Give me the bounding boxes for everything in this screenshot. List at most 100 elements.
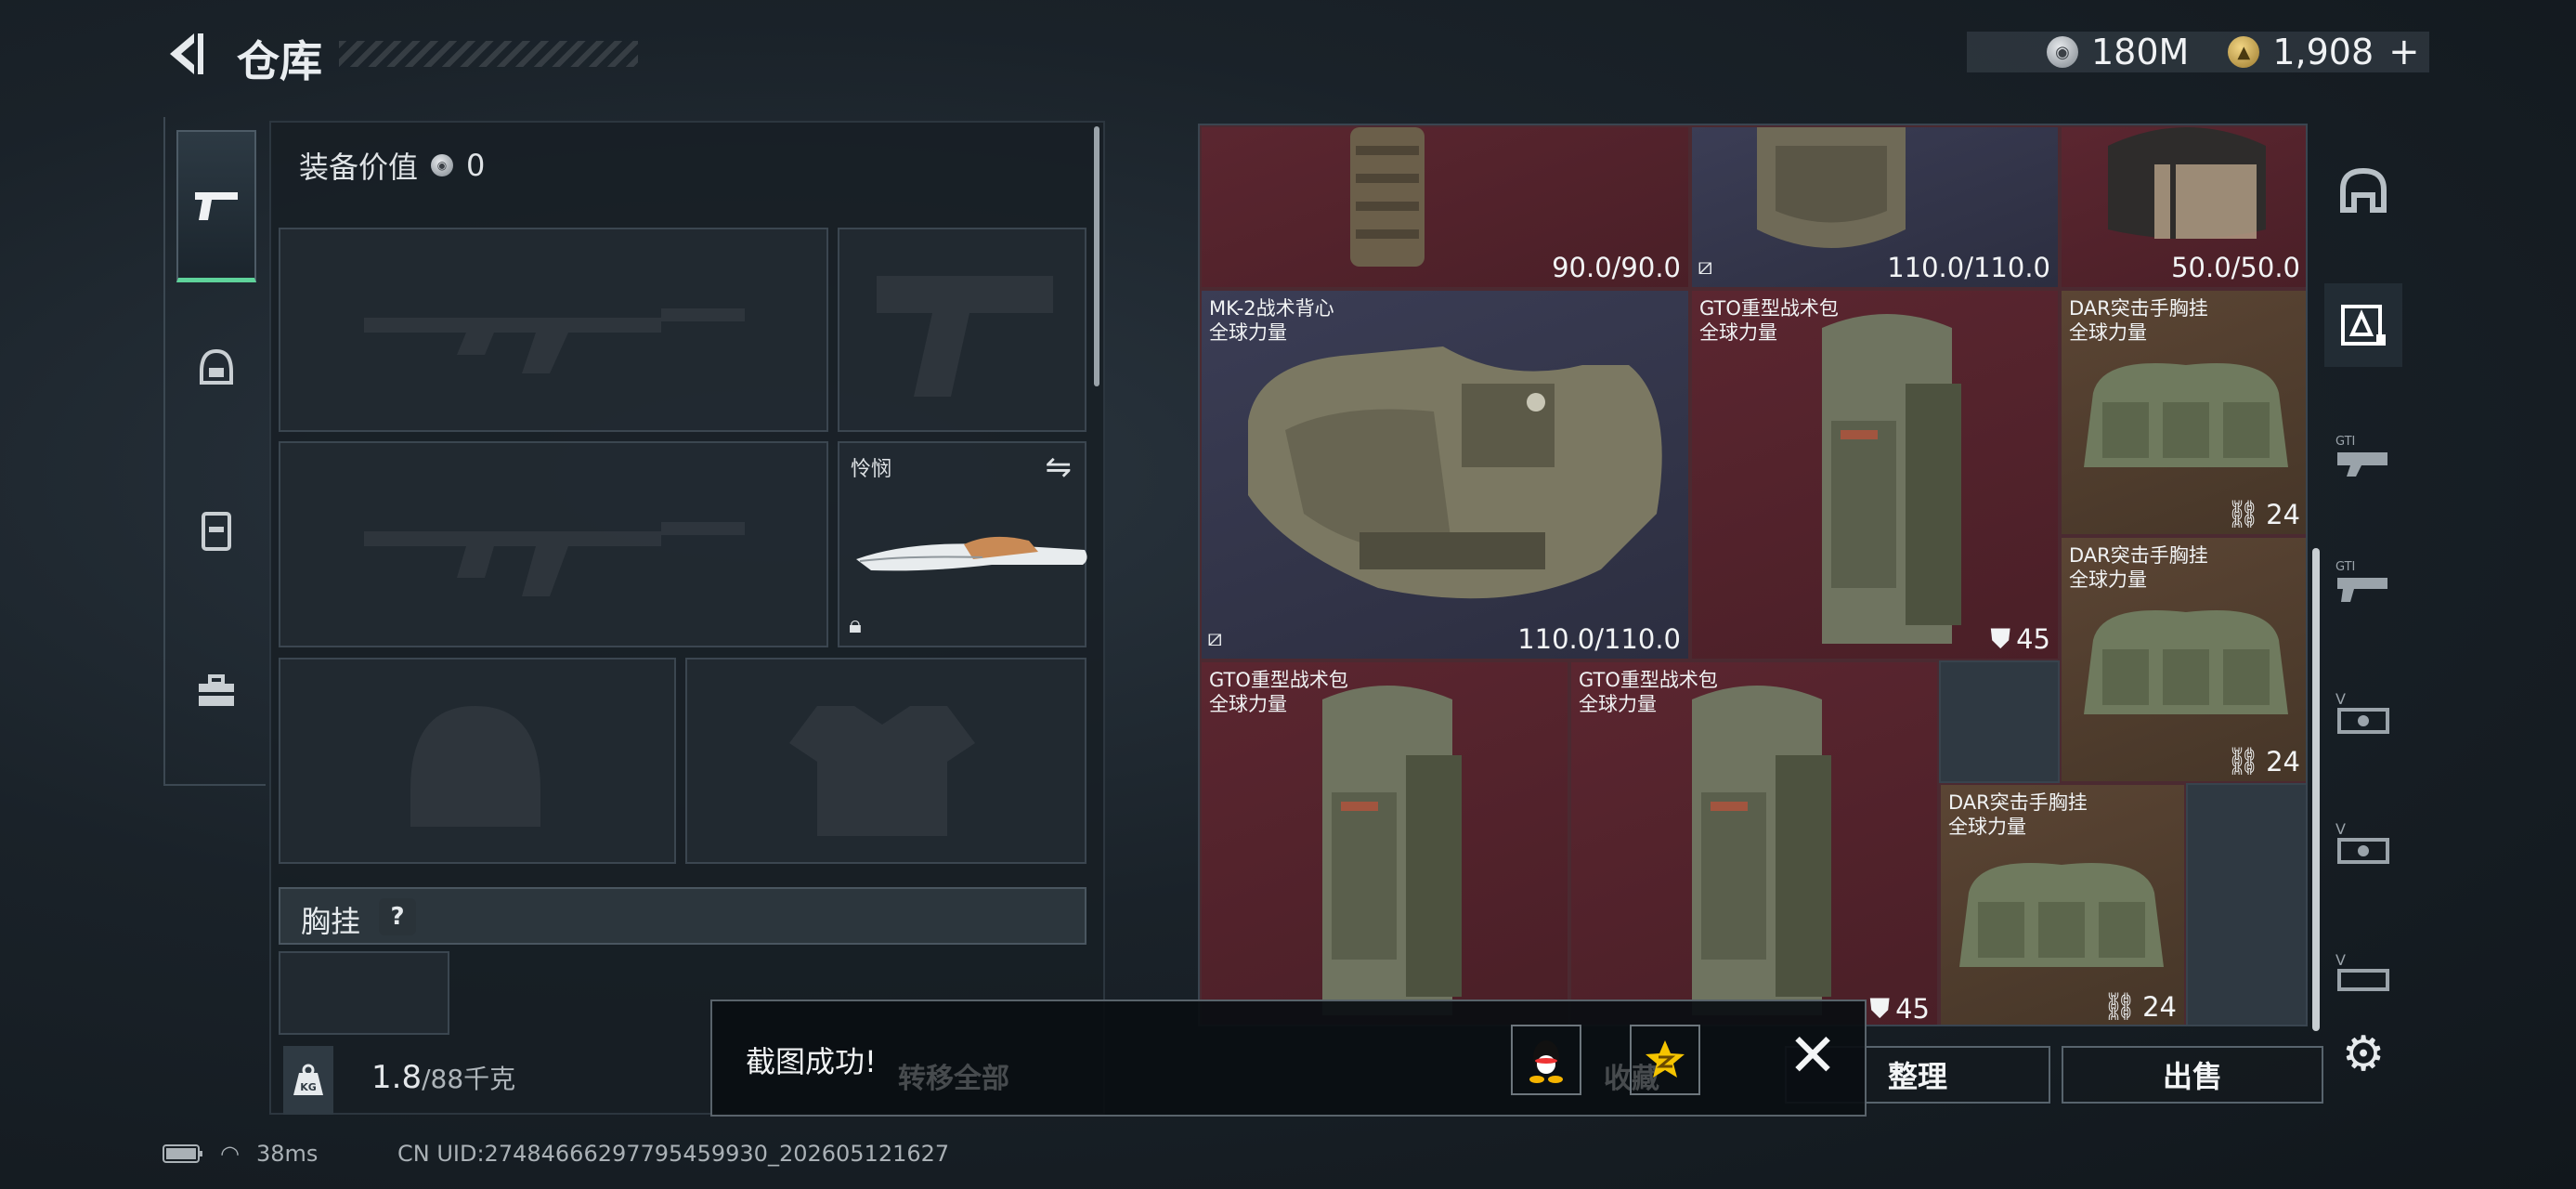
weight-max: /88千克 bbox=[422, 1064, 516, 1094]
gti-armor-tab-icon[interactable] bbox=[2324, 283, 2402, 367]
svg-text:KG: KG bbox=[300, 1081, 317, 1093]
wifi-icon: ◠ bbox=[220, 1141, 240, 1167]
armor-silhouette-icon bbox=[789, 706, 975, 836]
loadout-scrollbar[interactable] bbox=[1094, 126, 1099, 386]
ping-text: 38ms bbox=[255, 1141, 319, 1167]
durability-text: 110.0/110.0 bbox=[1887, 252, 2050, 283]
pistol-slot[interactable] bbox=[838, 228, 1086, 432]
durability-text: 110.0/110.0 bbox=[1517, 623, 1681, 655]
sell-button[interactable]: 出售 bbox=[2062, 1046, 2323, 1104]
v-tab-3-icon[interactable]: V bbox=[2324, 929, 2402, 1013]
helmet-tab-icon[interactable] bbox=[2324, 149, 2402, 232]
chest-rig-image bbox=[2084, 363, 2288, 467]
category-tab-backpack[interactable] bbox=[176, 453, 256, 606]
swap-icon[interactable]: ⇋ bbox=[1046, 449, 1073, 486]
qzone-star-icon bbox=[1646, 1040, 1685, 1078]
stack-icon: ⛓ bbox=[2102, 990, 2138, 1022]
gold-amount: 1,908 bbox=[2272, 32, 2374, 72]
category-tab-tools[interactable] bbox=[176, 615, 256, 767]
qzone-share-button[interactable] bbox=[1630, 1025, 1700, 1095]
category-tab-weapons[interactable] bbox=[176, 130, 256, 282]
add-currency-button[interactable]: + bbox=[2388, 31, 2420, 73]
weight-icon: KG bbox=[293, 1064, 323, 1095]
helmet-slot[interactable] bbox=[279, 658, 676, 864]
status-bar: ◠ 38ms bbox=[163, 1141, 318, 1167]
armor-image bbox=[1757, 127, 1906, 248]
currency-bar: ◉ 180M ▲ 1,908 + bbox=[1967, 31, 2429, 73]
weight-display: 1.8/88千克 bbox=[371, 1059, 515, 1096]
screenshot-toast: 转移全部 收藏 截图成功! ✕ bbox=[710, 1000, 1867, 1117]
silver-amount: 180M bbox=[2091, 32, 2190, 72]
empty-grid-cell[interactable] bbox=[2186, 783, 2306, 1025]
gti-tab-2-icon[interactable]: GTI bbox=[2324, 413, 2402, 497]
grid-item[interactable]: ⧄ 110.0/110.0 bbox=[1690, 125, 2060, 289]
knife-image bbox=[856, 536, 1087, 571]
qq-share-button[interactable] bbox=[1511, 1025, 1581, 1095]
weight-current: 1.8 bbox=[371, 1059, 423, 1096]
item-count: ⛓ 24 bbox=[2102, 990, 2177, 1023]
toast-message: 截图成功! bbox=[746, 1044, 877, 1079]
page-title: 仓库 bbox=[237, 36, 322, 86]
chest-rig-header: 胸挂 ? bbox=[279, 887, 1086, 945]
silver-coin-icon: ◉ bbox=[431, 154, 454, 176]
uid-text: CN UID:27484666297795459930_202605121627 bbox=[397, 1141, 950, 1167]
primary-weapon-slot[interactable] bbox=[279, 228, 828, 432]
rifle-silhouette-icon bbox=[364, 522, 745, 596]
item-count: ⛊ 45 bbox=[1990, 622, 2050, 655]
svg-text:V: V bbox=[2335, 820, 2346, 838]
empty-grid-cell[interactable] bbox=[1939, 660, 2060, 783]
toolbox-icon bbox=[199, 674, 234, 706]
equipment-value-label: 装备价值 bbox=[299, 150, 419, 185]
back-arrow-icon bbox=[170, 33, 203, 74]
grid-item-gto-pack[interactable]: GTO重型战术包 全球力量 ⛊ 45 bbox=[1569, 660, 1939, 1025]
melee-slot[interactable]: 怜悯 ⇋ 🔒︎ bbox=[838, 441, 1087, 647]
pistol-icon bbox=[195, 191, 238, 220]
svg-text:GTI: GTI bbox=[2335, 435, 2355, 449]
chest-rig-image bbox=[1959, 863, 2164, 967]
repair-icon: ⧄ bbox=[1207, 624, 1223, 652]
svg-text:V: V bbox=[2335, 951, 2346, 969]
chest-rig-label: 胸挂 bbox=[301, 904, 361, 939]
chest-rig-slot[interactable] bbox=[279, 951, 449, 1035]
v-tab-2-icon[interactable]: V bbox=[2324, 804, 2402, 887]
item-name: DAR突击手胸挂 全球力量 bbox=[1948, 791, 2088, 838]
lock-icon: 🔒︎ bbox=[849, 611, 862, 639]
chest-rig-image bbox=[2084, 610, 2288, 714]
secondary-weapon-slot[interactable] bbox=[279, 441, 828, 647]
grid-item-mk2-vest[interactable]: MK-2战术背心 全球力量 ⧄ 110.0/110.0 bbox=[1200, 289, 1690, 660]
battery-icon bbox=[163, 1144, 202, 1163]
grid-item[interactable]: 90.0/90.0 bbox=[1200, 125, 1690, 289]
knife-name: 怜悯 bbox=[851, 458, 892, 481]
grid-item[interactable]: 50.0/50.0 bbox=[2060, 125, 2306, 289]
svg-text:V: V bbox=[2335, 690, 2346, 708]
grid-item-gto-pack[interactable]: GTO重型战术包 全球力量 bbox=[1200, 660, 1569, 1025]
title-decoration bbox=[339, 41, 638, 67]
close-icon[interactable]: ✕ bbox=[1780, 1022, 1845, 1091]
durability-text: 90.0/90.0 bbox=[1552, 252, 1681, 283]
helmet-image bbox=[2108, 127, 2266, 239]
gti-tab-3-icon[interactable]: GTI bbox=[2324, 539, 2402, 622]
svg-text:GTI: GTI bbox=[2335, 560, 2355, 574]
v-tab-1-icon[interactable]: V bbox=[2324, 673, 2402, 757]
item-count: ⛓ 24 bbox=[2226, 498, 2300, 530]
helmet-silhouette-icon bbox=[410, 706, 540, 827]
settings-gear-icon[interactable]: ⚙ bbox=[2324, 1013, 2402, 1096]
grid-item-dar-rig[interactable]: DAR突击手胸挂 全球力量 ⛓ 24 bbox=[2060, 536, 2306, 783]
backpack-icon bbox=[202, 512, 231, 551]
back-button[interactable] bbox=[163, 26, 209, 82]
weight-small-icon: ⛊ bbox=[1869, 992, 1891, 1024]
stack-icon: ⛓ bbox=[2226, 745, 2261, 777]
category-tab-helmet[interactable] bbox=[176, 292, 256, 444]
pistol-silhouette-icon bbox=[877, 276, 1053, 397]
rifle-silhouette-icon bbox=[364, 308, 745, 373]
armor-slot[interactable] bbox=[685, 658, 1086, 864]
grid-item-dar-rig[interactable]: DAR突击手胸挂 全球力量 ⛓ 24 bbox=[1939, 783, 2186, 1025]
weight-badge: KG bbox=[283, 1046, 333, 1115]
transfer-all-button[interactable]: 转移全部 bbox=[898, 1055, 1009, 1096]
item-count: ⛓ 24 bbox=[2226, 745, 2300, 777]
help-button[interactable]: ? bbox=[379, 898, 416, 935]
gold-coin-icon: ▲ bbox=[2228, 36, 2260, 68]
grid-item-dar-rig[interactable]: DAR突击手胸挂 全球力量 ⛓ 24 bbox=[2060, 289, 2306, 536]
silver-coin-icon: ◉ bbox=[2047, 36, 2078, 68]
grid-item-gto-pack[interactable]: GTO重型战术包 全球力量 ⛊ 45 bbox=[1690, 289, 2060, 660]
